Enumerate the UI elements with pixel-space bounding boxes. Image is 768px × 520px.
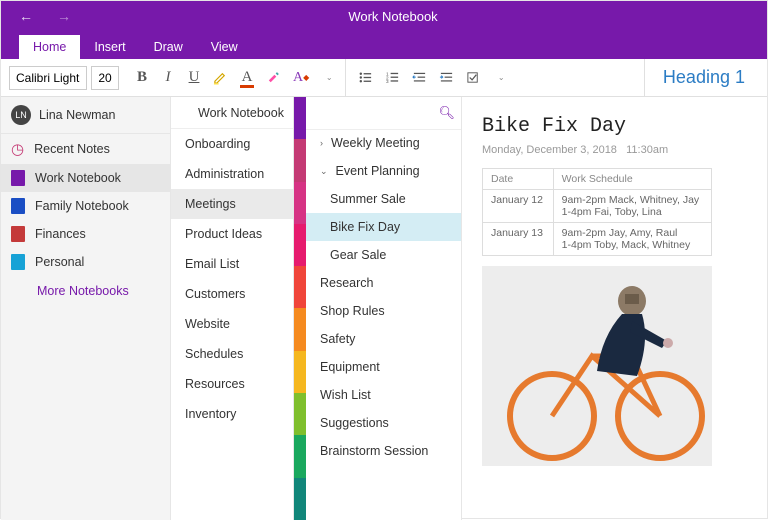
notebook-item[interactable]: Work Notebook	[1, 164, 170, 192]
section-tab-color[interactable]	[294, 224, 306, 266]
indent-button[interactable]	[439, 70, 454, 85]
section-tab-color[interactable]	[294, 266, 306, 308]
page-item[interactable]: Summer Sale	[306, 185, 461, 213]
more-font-button[interactable]: ⌄	[321, 73, 335, 82]
title-bar: ← → Work Notebook	[1, 1, 767, 31]
section-tab-color[interactable]	[294, 435, 306, 477]
style-heading1[interactable]: Heading 1	[644, 59, 759, 96]
font-color-button[interactable]: A	[240, 69, 254, 86]
ribbon-tabs: Home Insert Draw View	[1, 31, 767, 59]
page-item[interactable]: Gear Sale	[306, 241, 461, 269]
notebook-icon	[11, 170, 25, 186]
tab-home[interactable]: Home	[19, 35, 80, 59]
section-tab-color[interactable]	[294, 139, 306, 181]
section-item[interactable]: Resources	[171, 369, 293, 399]
sections-header: Work Notebook	[171, 106, 293, 120]
section-tab-color[interactable]	[294, 182, 306, 224]
section-item[interactable]: Website	[171, 309, 293, 339]
notebook-sidebar: LN Lina Newman ◷ Recent Notes Work Noteb…	[1, 97, 171, 520]
section-item[interactable]: Onboarding	[171, 129, 293, 159]
avatar: LN	[11, 105, 31, 125]
text-highlight-button[interactable]	[266, 70, 281, 85]
highlight-button[interactable]	[213, 70, 228, 85]
bold-button[interactable]: B	[135, 69, 149, 86]
section-item[interactable]: Product Ideas	[171, 219, 293, 249]
checklist-button[interactable]	[466, 70, 481, 85]
page-title[interactable]: Bike Fix Day	[482, 115, 747, 138]
bullets-button[interactable]	[358, 70, 373, 85]
section-item[interactable]: Customers	[171, 279, 293, 309]
tab-insert[interactable]: Insert	[80, 35, 139, 59]
page-image	[482, 266, 712, 466]
page-content[interactable]: Bike Fix Day Monday, December 3, 2018 11…	[462, 97, 767, 520]
section-item[interactable]: Inventory	[171, 399, 293, 429]
chevron-icon: ⌄	[320, 166, 328, 177]
user-name: Lina Newman	[39, 108, 115, 122]
ribbon-toolbar: B I U A A◆ ⌄ 123 ⌄ Heading 1	[1, 59, 767, 97]
page-item[interactable]: Wish List	[306, 381, 461, 409]
section-tab-color[interactable]	[294, 351, 306, 393]
section-item[interactable]: Email List	[171, 249, 293, 279]
page-item[interactable]: Safety	[306, 325, 461, 353]
chevron-icon: ›	[320, 138, 323, 148]
svg-text:3: 3	[386, 79, 389, 84]
section-item[interactable]: Meetings	[171, 189, 293, 219]
font-name-input[interactable]	[9, 66, 87, 90]
page-item[interactable]: Shop Rules	[306, 297, 461, 325]
pages-panel: 🔍︎ ›Weekly Meeting⌄Event PlanningSummer …	[306, 97, 462, 520]
window-title: Work Notebook	[89, 9, 697, 24]
back-button[interactable]: ←	[19, 8, 33, 24]
clock-icon: ◷	[11, 140, 24, 158]
section-tab-color[interactable]	[294, 97, 306, 139]
numbering-button[interactable]: 123	[385, 70, 400, 85]
underline-button[interactable]: U	[187, 69, 201, 86]
schedule-table[interactable]: DateWork Schedule January 129am-2pm Mack…	[482, 168, 712, 256]
outdent-button[interactable]	[412, 70, 427, 85]
section-tab-color[interactable]	[294, 308, 306, 350]
page-item[interactable]: Equipment	[306, 353, 461, 381]
notebook-item[interactable]: Personal	[1, 248, 170, 276]
page-item[interactable]: ⌄Event Planning	[306, 157, 461, 185]
page-item[interactable]: ›Weekly Meeting	[306, 129, 461, 157]
section-item[interactable]: Schedules	[171, 339, 293, 369]
notebook-item[interactable]: Family Notebook	[1, 192, 170, 220]
notebook-item[interactable]: Finances	[1, 220, 170, 248]
forward-button[interactable]: →	[57, 8, 71, 24]
recent-notes[interactable]: ◷ Recent Notes	[1, 134, 170, 164]
clear-formatting-button[interactable]: A◆	[293, 70, 309, 86]
notebook-icon	[11, 198, 25, 214]
page-item[interactable]: Brainstorm Session	[306, 437, 461, 465]
more-notebooks[interactable]: More Notebooks	[1, 276, 170, 306]
section-tab-color[interactable]	[294, 393, 306, 435]
sections-panel: Work Notebook OnboardingAdministrationMe…	[171, 97, 294, 520]
italic-button[interactable]: I	[161, 69, 175, 86]
page-meta: Monday, December 3, 2018 11:30am	[482, 144, 747, 156]
tab-view[interactable]: View	[197, 35, 252, 59]
page-item[interactable]: Research	[306, 269, 461, 297]
font-size-input[interactable]	[91, 66, 119, 90]
search-icon[interactable]: 🔍︎	[438, 105, 455, 121]
section-color-tabs	[294, 97, 306, 520]
notebook-icon	[11, 226, 25, 242]
tab-draw[interactable]: Draw	[140, 35, 197, 59]
section-item[interactable]: Administration	[171, 159, 293, 189]
user-account[interactable]: LN Lina Newman	[1, 97, 170, 134]
notebook-icon	[11, 254, 25, 270]
more-paragraph-button[interactable]: ⌄	[493, 73, 507, 82]
section-tab-color[interactable]	[294, 478, 306, 520]
page-item[interactable]: Suggestions	[306, 409, 461, 437]
page-item[interactable]: Bike Fix Day	[306, 213, 461, 241]
